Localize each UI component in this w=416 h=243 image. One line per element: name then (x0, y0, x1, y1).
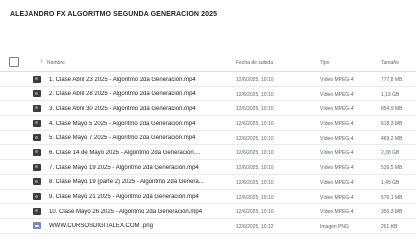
file-type: Vídeo MPEG-4 (320, 179, 354, 186)
select-all-checkbox[interactable] (9, 57, 19, 67)
file-name[interactable]: 5. Clase Mayo 7 2025 - Algoritmo 2da Gen… (49, 135, 229, 141)
file-name[interactable]: 6. Clase 14 de Mayo 2025 - Algoritmo 2da… (49, 150, 229, 156)
file-size: 854,9 MB (381, 106, 403, 113)
file-name[interactable]: 1. Clase Abril 23 2025 - Algoritmo 2da G… (49, 77, 229, 83)
file-type: Vídeo MPEG-4 (320, 194, 354, 201)
table-row[interactable]: 5. Clase Mayo 7 2025 - Algoritmo 2da Gen… (0, 131, 416, 146)
file-size: 469,2 MB (381, 135, 403, 142)
page-title: ALEJANDRO FX ALGORITMO SEGUNDA GENERACIO… (10, 11, 218, 18)
table-row[interactable]: 8. Clase Mayo 19 (parte 2) 2025 - Algori… (0, 175, 416, 190)
file-type: Imagen PNG (320, 223, 349, 230)
file-size: 777,8 MB (381, 77, 403, 83)
file-name[interactable]: 8. Clase Mayo 19 (parte 2) 2025 - Algori… (49, 179, 229, 185)
file-size: 1,13 GB (381, 91, 400, 98)
file-size: 1,45 GB (381, 179, 400, 186)
file-size: 2,38 GB (381, 150, 400, 157)
file-size: 539,5 MB (381, 165, 403, 172)
file-type: Vídeo MPEG-4 (320, 91, 354, 98)
table-row[interactable]: 3. Clase Abril 30 2025 - Algoritmo 2da G… (0, 101, 416, 117)
file-date: 12/6/2025, 10:10 (236, 91, 274, 98)
file-type: Vídeo MPEG-4 (320, 121, 354, 128)
file-date: 12/6/2025, 10:10 (236, 106, 274, 113)
file-type: Vídeo MPEG-4 (320, 165, 354, 172)
video-thumbnail-icon (33, 178, 41, 186)
file-name[interactable]: WWW.CURSOSDIGITALEX.COM .png (49, 223, 229, 229)
video-thumbnail-icon (33, 75, 41, 83)
file-date: 12/6/2025, 10:10 (236, 135, 274, 142)
file-size: 350,3 MB (381, 209, 403, 216)
file-type: Vídeo MPEG-4 (320, 209, 354, 216)
file-size: 576,1 MB (381, 194, 403, 201)
file-date: 12/6/2025, 10:10 (236, 165, 274, 172)
file-date: 12/6/2025, 10:10 (236, 121, 274, 128)
table-row[interactable]: 1. Clase Abril 23 2025 - Algoritmo 2da G… (0, 72, 416, 87)
file-type: Vídeo MPEG-4 (320, 150, 354, 157)
file-date: 12/6/2025, 10:10 (236, 209, 274, 216)
table-row[interactable]: WWW.CURSOSDIGITALEX.COM .png 12/6/2025, … (0, 219, 416, 234)
file-name[interactable]: 10. Clase Mayo 26 2025 - Algoritmo 2da G… (49, 209, 229, 215)
file-name[interactable]: 2. Clase Abril 28 2025 - Algoritmo 2da G… (49, 91, 229, 97)
image-thumbnail-icon (33, 222, 41, 230)
video-thumbnail-icon (33, 90, 41, 98)
table-row[interactable]: 6. Clase 14 de Mayo 2025 - Algoritmo 2da… (0, 145, 416, 161)
video-thumbnail-icon (33, 207, 41, 215)
column-header-name[interactable]: Nombre (47, 60, 65, 66)
file-table: ↓ Nombre Fecha de subida Tipo Tamaño 1. … (0, 54, 416, 234)
table-row[interactable]: 2. Clase Abril 28 2025 - Algoritmo 2da G… (0, 87, 416, 102)
file-type: Vídeo MPEG-4 (320, 135, 354, 142)
table-row[interactable]: 9. Clase Mayo 21 2025 - Algoritmo 2da Ge… (0, 190, 416, 205)
video-thumbnail-icon (33, 193, 41, 200)
table-row[interactable]: 4. Clase Mayo 5 2025 - Algoritmo 2da Gen… (0, 116, 416, 131)
sort-arrow-down-icon[interactable]: ↓ (40, 58, 43, 64)
video-thumbnail-icon (33, 163, 41, 171)
file-date: 12/6/2025, 10:10 (236, 150, 274, 157)
file-name[interactable]: 9. Clase Mayo 21 2025 - Algoritmo 2da Ge… (49, 194, 229, 200)
file-type: Vídeo MPEG-4 (320, 106, 354, 113)
video-thumbnail-icon (33, 104, 41, 112)
file-type: Vídeo MPEG-4 (320, 77, 354, 83)
file-name[interactable]: 3. Clase Abril 30 2025 - Algoritmo 2da G… (49, 106, 229, 112)
file-size: 261 KB (381, 223, 398, 230)
file-date: 12/6/2025, 10:10 (236, 194, 274, 201)
column-header-size[interactable]: Tamaño (381, 60, 399, 66)
file-size: 618,3 MB (381, 121, 403, 128)
file-date: 12/6/2025, 10:10 (236, 77, 274, 83)
column-header-date[interactable]: Fecha de subida (236, 60, 273, 66)
column-header-type[interactable]: Tipo (320, 60, 330, 66)
table-row[interactable]: 7. Clase Mayo 19 2025 - Algoritmo 2da Ge… (0, 160, 416, 175)
file-date: 12/6/2025, 10:12 (236, 223, 274, 230)
table-row[interactable]: 10. Clase Mayo 26 2025 - Algoritmo 2da G… (0, 204, 416, 219)
video-thumbnail-icon (33, 134, 41, 142)
video-thumbnail-icon (33, 148, 41, 156)
video-thumbnail-icon (33, 119, 41, 127)
file-name[interactable]: 7. Clase Mayo 19 2025 - Algoritmo 2da Ge… (49, 165, 229, 171)
file-name[interactable]: 4. Clase Mayo 5 2025 - Algoritmo 2da Gen… (49, 121, 229, 127)
table-header: ↓ Nombre Fecha de subida Tipo Tamaño (0, 54, 416, 72)
file-date: 12/6/2025, 10:10 (236, 179, 274, 186)
